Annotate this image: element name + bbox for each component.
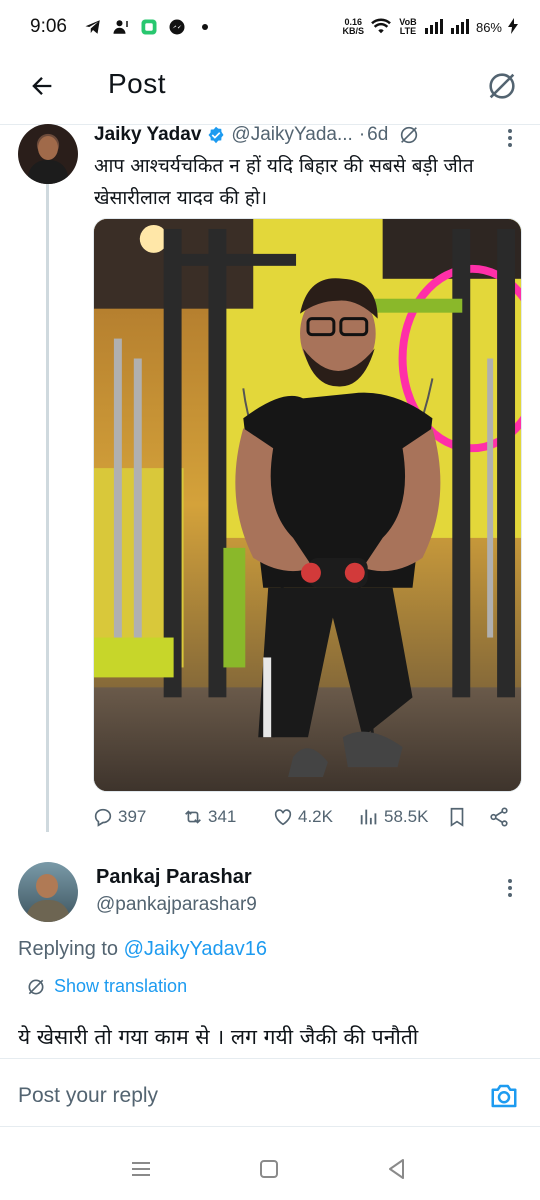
divider <box>0 1058 540 1059</box>
messenger-icon <box>167 17 187 37</box>
home-button[interactable] <box>256 1156 282 1182</box>
charging-icon <box>508 17 518 37</box>
signal-icon-1 <box>424 18 444 37</box>
translate-icon <box>489 73 515 99</box>
reply-action[interactable]: 397 <box>92 806 146 828</box>
menu-lines-icon <box>132 1162 150 1176</box>
recents-button[interactable] <box>128 1156 154 1182</box>
replying-to-label: Replying to <box>18 938 124 960</box>
author-name[interactable]: Jaiky Yadav <box>94 124 201 146</box>
status-bar: 9:06 0.16 KB/S VoB LTE 86% <box>0 0 540 54</box>
thread-line <box>46 184 49 832</box>
tweet-actions: 397 341 4.2K 58.5K <box>92 804 522 834</box>
wifi-icon <box>370 17 392 38</box>
telegram-icon <box>83 17 103 37</box>
author-handle[interactable]: @JaikyYada... <box>231 124 352 146</box>
gym-photo-image <box>94 219 521 791</box>
net-speed-unit: KB/S <box>342 26 364 36</box>
divider <box>0 1126 540 1127</box>
view-count: 58.5K <box>384 807 429 826</box>
more-vertical-icon <box>508 879 512 897</box>
person-alert-icon <box>111 17 131 37</box>
separator-dot: · <box>358 124 366 145</box>
system-nav-bar <box>0 1140 540 1196</box>
reply-author-name[interactable]: Pankaj Parashar <box>96 866 252 889</box>
tweet-photo[interactable] <box>93 218 522 792</box>
volte-label: VoB LTE <box>399 17 417 36</box>
show-translation-label: Show translation <box>54 976 188 996</box>
share-action[interactable] <box>488 806 510 828</box>
camera-button[interactable] <box>486 1078 522 1114</box>
dot-icon <box>195 17 215 37</box>
translate-icon <box>28 979 44 994</box>
app-icon <box>139 17 159 37</box>
heart-icon <box>274 809 292 826</box>
notification-icons <box>83 17 215 37</box>
like-count: 4.2K <box>298 807 333 826</box>
top-bar: Post <box>0 56 540 118</box>
translate-button[interactable] <box>484 68 520 104</box>
repost-icon <box>185 810 201 824</box>
verified-badge-icon <box>208 126 224 144</box>
net-speed: 0.16 KB/S <box>342 18 364 36</box>
more-options-button[interactable] <box>500 876 520 900</box>
views-action[interactable]: 58.5K <box>358 806 428 828</box>
show-translation-link[interactable]: Show translation <box>26 976 187 997</box>
battery-level: 86% <box>475 19 502 35</box>
more-vertical-icon <box>508 129 512 147</box>
reply-text: ये खेसारी तो गया काम से । लग गयी जैकी की… <box>18 1025 419 1049</box>
reply-composer[interactable]: Post your reply <box>0 1062 540 1126</box>
back-button[interactable] <box>24 68 60 104</box>
camera-icon <box>491 1084 517 1108</box>
more-options-button[interactable] <box>500 126 520 150</box>
reply-author-handle[interactable]: @pankajparashar9 <box>96 894 257 916</box>
reply-icon <box>94 808 112 827</box>
repost-action[interactable]: 341 <box>182 806 236 828</box>
system-back-button[interactable] <box>384 1156 410 1182</box>
status-right: 0.16 KB/S VoB LTE 86% <box>342 17 518 38</box>
tweet-text: आप आश्चर्यचकित न हों यदि बिहार की सबसे ब… <box>94 155 474 209</box>
post-time: 6d <box>367 124 389 145</box>
like-action[interactable]: 4.2K <box>272 806 333 828</box>
avatar[interactable] <box>18 124 78 184</box>
back-arrow-icon <box>32 77 52 95</box>
reply-input[interactable]: Post your reply <box>18 1084 158 1108</box>
bookmark-action[interactable] <box>446 806 468 828</box>
status-time: 9:06 <box>30 16 67 37</box>
page-title: Post <box>108 68 167 99</box>
back-triangle-icon <box>389 1159 404 1179</box>
replying-to-mention[interactable]: @JaikyYadav16 <box>124 938 267 960</box>
replying-to: Replying to @JaikyYadav16 <box>18 938 267 961</box>
signal-icon-2 <box>450 18 470 37</box>
translate-icon[interactable] <box>398 124 420 146</box>
home-square-icon <box>260 1160 278 1178</box>
bookmark-icon <box>450 807 464 827</box>
share-icon <box>490 807 508 827</box>
reply-count: 397 <box>118 807 147 826</box>
avatar[interactable] <box>18 862 78 922</box>
views-icon <box>360 809 377 825</box>
repost-count: 341 <box>208 807 237 826</box>
tweet-header: Jaiky Yadav @JaikyYada... · 6d <box>94 122 514 148</box>
